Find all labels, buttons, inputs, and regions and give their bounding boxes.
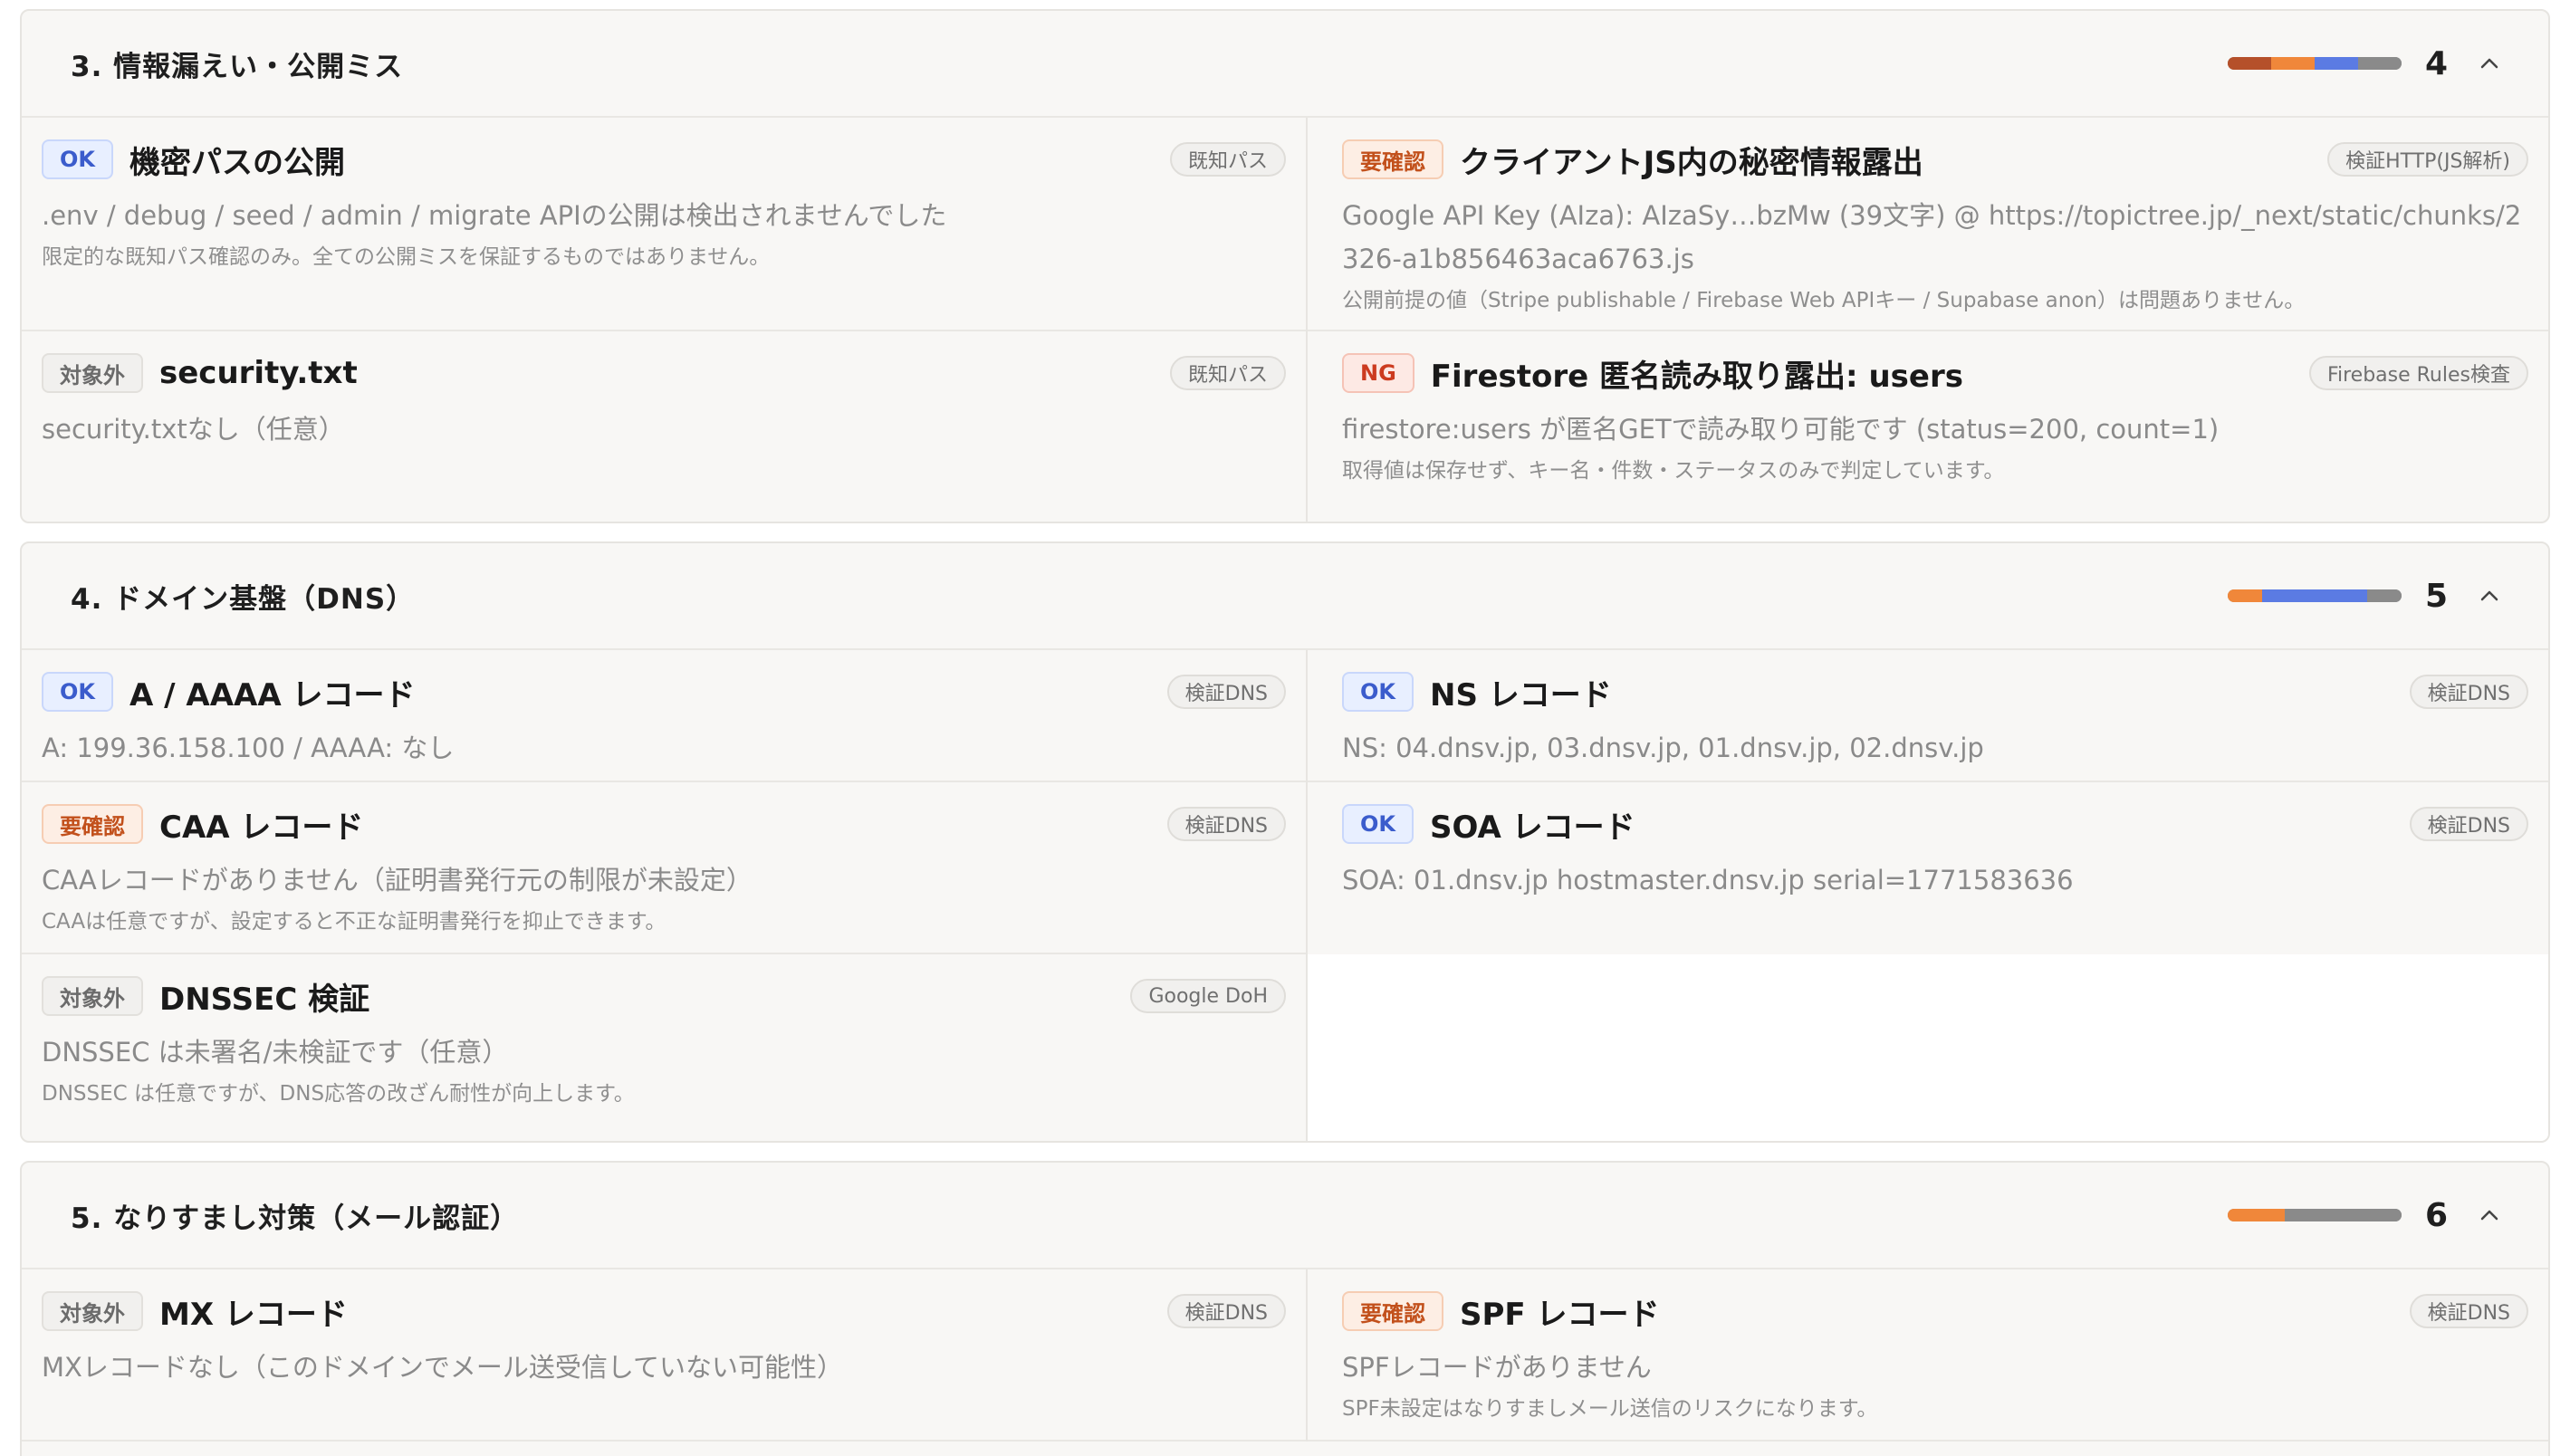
section-title: 5. なりすまし対策（メール認証） (71, 1202, 520, 1235)
bar-segment-orange (2228, 1209, 2286, 1221)
bar-segment-gray (2285, 1209, 2402, 1221)
section-header[interactable]: 4. ドメイン基盤（DNS） 5 (22, 543, 2548, 650)
item-title: クライアントJS内の秘密情報露出 (1460, 144, 1923, 181)
method-tag: 検証DNS (2409, 675, 2528, 709)
item-detail: MXレコードなし（このドメインでメール送受信していない可能性） (42, 1352, 844, 1383)
item-title: DNSSEC 検証 (159, 981, 370, 1018)
check-item: OK A / AAAA レコード 検証DNS A: 199.36.158.100… (22, 650, 1306, 782)
section-header[interactable]: 5. なりすまし対策（メール認証） 6 (22, 1163, 2548, 1269)
section-count: 6 (2425, 1196, 2449, 1234)
section-title: 4. ドメイン基盤（DNS） (71, 582, 416, 616)
item-title: Firestore 匿名読み取り露出: users (1430, 358, 1963, 395)
item-title: SPF レコード (1460, 1296, 1660, 1333)
check-item: OK SOA レコード 検証DNS SOA: 01.dnsv.jp hostma… (1306, 782, 2548, 954)
item-note: 取得値は保存せず、キー名・件数・ステータスのみで判定しています。 (1342, 459, 2005, 483)
status-badge: 対象外 (42, 1291, 143, 1331)
item-detail: security.txtなし（任意） (42, 414, 345, 445)
status-badge: OK (42, 672, 113, 712)
item-note: CAAは任意ですが、設定すると不正な証明書発行を抑止できます。 (42, 910, 666, 934)
method-tag: 検証DNS (1166, 675, 1286, 709)
method-tag: 検証DNS (2409, 1294, 2528, 1328)
status-distribution-bar (2228, 589, 2402, 602)
status-badge: 要確認 (42, 804, 143, 844)
item-detail: firestore:users が匿名GETで読み取り可能です (status=… (1342, 414, 2220, 445)
check-item: NG Firestore 匿名読み取り露出: users Firebase Ru… (1306, 331, 2548, 522)
item-note: SPF未設定はなりすましメール送信のリスクになります。 (1342, 1397, 1878, 1421)
bar-segment-gray (2366, 589, 2402, 602)
bar-segment-red (2228, 57, 2271, 70)
section-email-auth: 5. なりすまし対策（メール認証） 6 対象外 MX レコード 検証DNS MX… (20, 1161, 2550, 1456)
section-count: 5 (2425, 577, 2449, 615)
check-item: OK NS レコード 検証DNS NS: 04.dnsv.jp, 03.dnsv… (1306, 650, 2548, 782)
method-tag: 検証HTTP(JS解析) (2327, 142, 2528, 177)
item-detail: A: 199.36.158.100 / AAAA: なし (42, 733, 455, 763)
item-detail: DNSSEC は未署名/未検証です（任意） (42, 1037, 509, 1068)
item-title: NS レコード (1430, 676, 1612, 714)
status-badge: 要確認 (1342, 139, 1443, 179)
status-distribution-bar (2228, 57, 2402, 70)
chevron-up-icon[interactable] (2478, 52, 2501, 75)
item-title: MX レコード (159, 1296, 348, 1333)
item-detail: SPFレコードがありません (1342, 1352, 1652, 1383)
bar-segment-blue (2315, 57, 2358, 70)
method-tag: Firebase Rules検査 (2308, 356, 2528, 390)
status-badge: OK (1342, 804, 1414, 844)
item-detail: CAAレコードがありません（証明書発行元の制限が未設定） (42, 865, 753, 896)
chevron-up-icon[interactable] (2478, 584, 2501, 608)
section-dns: 4. ドメイン基盤（DNS） 5 OK A / AAAA レコード 検証DNS … (20, 541, 2550, 1143)
method-tag: Google DoH (1130, 979, 1286, 1013)
method-tag: 既知パス (1169, 142, 1286, 177)
item-detail: NS: 04.dnsv.jp, 03.dnsv.jp, 01.dnsv.jp, … (1342, 733, 1984, 763)
item-detail: SOA: 01.dnsv.jp hostmaster.dnsv.jp seria… (1342, 865, 2074, 896)
check-item: 対象外 MX レコード 検証DNS MXレコードなし（このドメインでメール送受信… (22, 1269, 1306, 1442)
item-detail: Google API Key (AIza): AIzaSy…bzMw (39文字… (1342, 200, 2522, 274)
item-title: A / AAAA レコード (129, 676, 416, 714)
method-tag: 検証DNS (1166, 807, 1286, 841)
method-tag: 検証DNS (2409, 807, 2528, 841)
item-note: 公開前提の値（Stripe publishable / Firebase Web… (1342, 289, 2306, 312)
check-item: 対象外 security.txt 既知パス security.txtなし（任意） (22, 331, 1306, 522)
status-badge: OK (42, 139, 113, 179)
status-distribution-bar (2228, 1209, 2402, 1221)
bar-segment-orange (2228, 589, 2263, 602)
item-detail: .env / debug / seed / admin / migrate AP… (42, 200, 947, 231)
status-badge: NG (1342, 353, 1414, 393)
status-badge: 対象外 (42, 353, 143, 393)
check-item: 対象外 DNSSEC 検証 Google DoH DNSSEC は未署名/未検証… (22, 954, 1306, 1141)
method-tag: 検証DNS (1166, 1294, 1286, 1328)
check-item: OK 機密パスの公開 既知パス .env / debug / seed / ad… (22, 118, 1306, 331)
bar-segment-blue (2262, 589, 2367, 602)
empty-cell (1306, 954, 2548, 1141)
status-badge: OK (1342, 672, 1414, 712)
status-badge: 対象外 (42, 976, 143, 1016)
item-note: 限定的な既知パス確認のみ。全ての公開ミスを保証するものではありません。 (42, 245, 771, 269)
section-info-leak: 3. 情報漏えい・公開ミス 4 OK 機密パスの公開 既知パス .env / d… (20, 9, 2550, 523)
item-title: 機密パスの公開 (129, 144, 345, 181)
method-tag: 既知パス (1169, 356, 1286, 390)
status-badge: 要確認 (1342, 1291, 1443, 1331)
check-item: 要確認 CAA レコード 検証DNS CAAレコードがありません（証明書発行元の… (22, 782, 1306, 954)
bar-segment-orange (2271, 57, 2315, 70)
item-title: CAA レコード (159, 809, 364, 846)
chevron-up-icon[interactable] (2478, 1203, 2501, 1227)
section-title: 3. 情報漏えい・公開ミス (71, 50, 404, 83)
section-count: 4 (2425, 44, 2449, 82)
item-title: SOA レコード (1430, 809, 1635, 846)
item-title: security.txt (159, 355, 358, 391)
check-item: 要確認 SPF レコード 検証DNS SPFレコードがありません SPF未設定は… (1306, 1269, 2548, 1442)
bar-segment-gray (2358, 57, 2402, 70)
section-header[interactable]: 3. 情報漏えい・公開ミス 4 (22, 11, 2548, 118)
check-item: 要確認 クライアントJS内の秘密情報露出 検証HTTP(JS解析) Google… (1306, 118, 2548, 331)
item-note: DNSSEC は任意ですが、DNS応答の改ざん耐性が向上します。 (42, 1082, 635, 1106)
